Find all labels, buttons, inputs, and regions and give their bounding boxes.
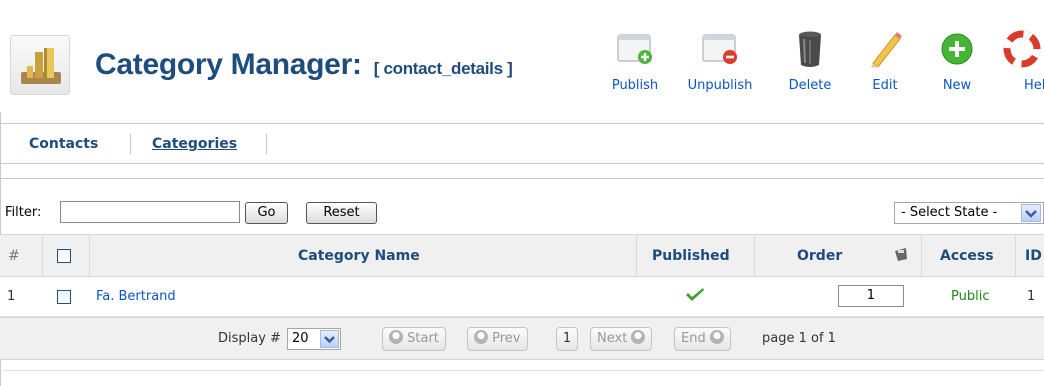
- column-header-number: #: [8, 248, 20, 264]
- help-label: Help: [1024, 78, 1044, 93]
- next-icon: [631, 330, 646, 344]
- submenu-separator: [130, 134, 131, 154]
- unpublish-label: Unpublish: [687, 78, 753, 93]
- end-button[interactable]: End: [674, 327, 731, 351]
- page-title: Category Manager: [ contact_details ]: [95, 48, 513, 82]
- column-header-access[interactable]: Access: [940, 248, 994, 264]
- access-level-link[interactable]: Public: [951, 289, 989, 304]
- publish-button[interactable]: Publish: [600, 23, 670, 103]
- column-header-order[interactable]: Order: [797, 248, 842, 264]
- start-label: Start: [407, 331, 439, 346]
- plus-icon: [937, 29, 977, 69]
- category-name-link[interactable]: Fa. Bertrand: [96, 289, 176, 304]
- filter-label: Filter:: [5, 205, 42, 220]
- column-header-category-name[interactable]: Category Name: [298, 248, 420, 264]
- state-select-value: - Select State -: [901, 205, 998, 220]
- trash-icon: [790, 29, 830, 69]
- prev-button[interactable]: Prev: [467, 327, 528, 351]
- next-label: Next: [597, 331, 628, 346]
- category-manager-icon: [10, 35, 70, 95]
- display-limit-value: 20: [292, 331, 309, 346]
- save-order-icon[interactable]: [893, 247, 909, 267]
- current-page[interactable]: 1: [556, 327, 578, 351]
- end-label: End: [681, 331, 706, 346]
- next-button[interactable]: Next: [590, 327, 653, 351]
- submenu-separator: [266, 134, 267, 154]
- end-icon: [709, 330, 724, 344]
- submenu-item-categories[interactable]: Categories: [152, 136, 237, 152]
- unpublish-button[interactable]: Unpublish: [685, 23, 755, 103]
- delete-button[interactable]: Delete: [775, 23, 845, 103]
- reset-button[interactable]: Reset: [306, 202, 377, 224]
- lifebuoy-icon: [1002, 29, 1042, 69]
- row-checkbox[interactable]: [57, 290, 71, 304]
- pencil-icon: [865, 29, 905, 69]
- start-icon: [389, 330, 403, 344]
- prev-label: Prev: [492, 331, 521, 346]
- filter-bar: Filter: Go Reset - Select State -: [0, 196, 1044, 232]
- unpublish-icon: [700, 29, 740, 69]
- column-header-id[interactable]: ID: [1025, 248, 1042, 264]
- chevron-down-icon: [1021, 204, 1041, 222]
- display-label: Display #: [218, 331, 281, 346]
- table-header-row: # Category Name Published Order Access I…: [0, 234, 1044, 277]
- select-all-checkbox[interactable]: [57, 249, 71, 263]
- footer-divider: [0, 370, 1044, 371]
- page-title-text: Category Manager:: [95, 48, 362, 81]
- published-check-icon[interactable]: [684, 285, 706, 309]
- submenu-item-contacts[interactable]: Contacts: [29, 136, 98, 152]
- start-button[interactable]: Start: [382, 327, 446, 351]
- column-header-published[interactable]: Published: [652, 248, 730, 264]
- publish-label: Publish: [611, 78, 659, 93]
- state-select[interactable]: - Select State -: [894, 202, 1044, 224]
- page-info: page 1 of 1: [762, 331, 836, 346]
- delete-label: Delete: [788, 78, 832, 93]
- publish-icon: [615, 29, 655, 69]
- edit-button[interactable]: Edit: [850, 23, 920, 103]
- new-button[interactable]: New: [922, 23, 992, 103]
- page-title-section: [ contact_details ]: [373, 59, 513, 78]
- help-button[interactable]: Help: [994, 23, 1044, 103]
- page-header: Category Manager: [ contact_details ] Pu…: [0, 0, 1044, 112]
- submenu: Contacts Categories: [0, 124, 1044, 164]
- table-row: 1 Fa. Bertrand 1 Public 1: [0, 277, 1044, 317]
- order-input[interactable]: 1: [838, 285, 904, 307]
- submenu-divider: [0, 163, 1044, 164]
- chevron-down-icon: [320, 330, 339, 348]
- pagination-bar: Display # 20 Start Prev 1 Next End page …: [0, 317, 1044, 360]
- row-id: 1: [1027, 289, 1036, 304]
- content-divider: [0, 178, 1044, 179]
- filter-input[interactable]: [60, 201, 240, 223]
- display-limit-select[interactable]: 20: [287, 328, 341, 350]
- new-label: New: [942, 78, 972, 93]
- go-button[interactable]: Go: [245, 202, 288, 224]
- prev-icon: [474, 330, 488, 344]
- edit-label: Edit: [872, 78, 898, 93]
- row-number: 1: [7, 289, 16, 304]
